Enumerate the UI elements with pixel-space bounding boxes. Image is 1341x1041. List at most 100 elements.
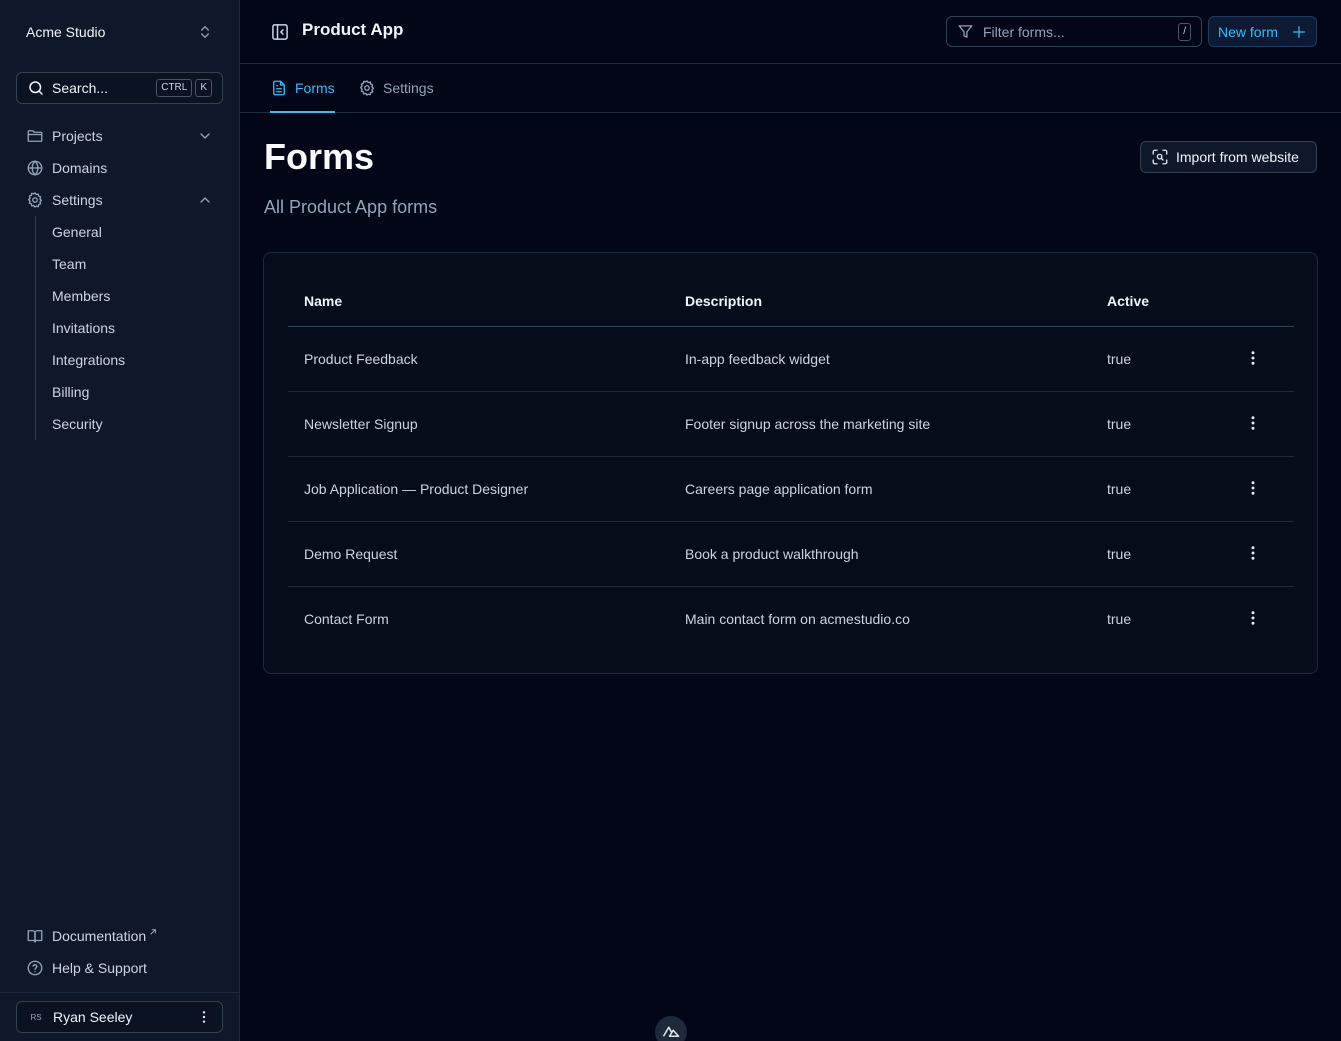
cell-name: Job Application — Product Designer [288,456,669,522]
sidebar-item-settings[interactable]: Settings [16,184,223,216]
cell-active: true [1091,456,1211,522]
cell-actions [1211,391,1294,457]
sidebar-item-label: Billing [52,384,90,400]
page-title: Forms [264,136,375,177]
tab-label: Settings [383,80,434,96]
sidebar-footer: Documentation Help & Support [16,920,223,984]
table-header-row: Name Description Active [288,277,1294,327]
sidebar-item-invitations[interactable]: Invitations [36,312,223,344]
user-name: Ryan Seeley [53,1009,133,1025]
table-row[interactable]: Job Application — Product Designer Caree… [288,456,1294,522]
sidebar-item-general[interactable]: General [36,216,223,248]
search-button[interactable]: Search... CTRL K [16,72,223,104]
main-panel: Product App / New form Forms Settings Fo… [240,0,1341,1041]
cell-description: In-app feedback widget [669,326,1091,392]
scan-search-icon [1152,149,1168,165]
filter-forms-field[interactable]: / [946,16,1202,47]
page-subtitle: All Product App forms [264,197,438,217]
sidebar-item-projects[interactable]: Projects [16,120,223,152]
sidebar-item-integrations[interactable]: Integrations [36,344,223,376]
column-header-name[interactable]: Name [288,277,669,327]
sidebar-item-label: Projects [52,128,103,144]
tab-forms[interactable]: Forms [270,64,335,113]
top-bar: Product App / New form [240,0,1341,64]
cell-active: true [1107,610,1132,627]
row-menu-button[interactable] [1242,347,1264,369]
cell-description: Book a product walkthrough [669,521,1091,587]
user-divider [0,992,239,993]
file-text-icon [273,80,285,96]
sidebar-collapse-icon[interactable] [270,22,290,42]
plus-icon [1293,25,1305,38]
help-circle-icon [27,960,43,976]
table-row[interactable]: Product Feedback In-app feedback widget … [288,326,1294,392]
shortcut-ctrl-key: CTRL [156,79,193,97]
sidebar-item-label: Help & Support [52,960,147,976]
more-vertical-icon [1251,611,1255,625]
shortcut-k-key: K [195,79,212,97]
import-from-website-button[interactable]: Import from website [1140,141,1317,173]
forms-table: Name Description Active Product Feedback… [288,277,1294,651]
more-vertical-icon [1251,416,1255,430]
sidebar-item-label: Integrations [52,352,126,368]
cell-description: Careers page application form [669,456,1091,522]
sidebar-item-help-support[interactable]: Help & Support [16,952,223,984]
sidebar-item-security[interactable]: Security [36,408,223,440]
table-row[interactable]: Demo Request Book a product walkthrough … [288,521,1294,587]
sidebar-item-members[interactable]: Members [36,280,223,312]
new-form-button[interactable]: New form [1208,16,1317,47]
search-icon [29,81,43,95]
chevrons-up-down-icon [201,26,209,38]
workspace-switcher[interactable]: Acme Studio [16,16,223,48]
more-vertical-icon [1251,351,1255,365]
cell-actions [1211,521,1294,587]
sidebar-item-label: General [52,224,102,240]
row-menu-button[interactable] [1242,607,1264,629]
search-label: Search... [52,80,109,96]
user-menu-button[interactable]: RS Ryan Seeley [16,1001,223,1033]
chevron-up-icon[interactable] [197,192,213,208]
column-header-description[interactable]: Description [669,277,1091,327]
gear-icon [27,192,43,208]
folder-icon [27,130,43,142]
cell-name: Demo Request [288,521,669,587]
new-form-label: New form [1218,23,1278,40]
filter-shortcut-key: / [1178,22,1191,41]
filter-forms-input[interactable] [983,23,1179,40]
cell-description: Main contact form on acmestudio.co [685,610,910,627]
sidebar-item-label: Security [52,416,103,432]
more-vertical-icon [1251,481,1255,495]
row-menu-button[interactable] [1242,477,1264,499]
sidebar-item-label: Invitations [52,320,116,336]
tab-settings[interactable]: Settings [358,64,434,112]
sidebar-item-label: Domains [52,160,108,176]
cell-name: Newsletter Signup [288,391,669,457]
forms-table-card: Name Description Active Product Feedback… [263,252,1318,674]
cell-name: Product Feedback [288,326,669,392]
mountain-logo-icon [662,1026,680,1037]
table-row[interactable]: Newsletter Signup Footer signup across t… [288,391,1294,457]
cell-actions [1211,586,1294,651]
import-label: Import from website [1176,149,1299,165]
sidebar-item-documentation[interactable]: Documentation [16,920,223,952]
sidebar-item-label: Members [52,288,111,304]
sidebar-item-label: Settings [52,192,103,208]
sidebar-nav: Projects Domains Settings General Team M… [16,120,223,440]
sidebar-item-label: Team [52,256,87,272]
row-menu-button[interactable] [1242,542,1264,564]
table-row[interactable]: Contact Form Main contact form on acmest… [288,586,1294,651]
row-menu-button[interactable] [1242,412,1264,434]
sidebar-item-billing[interactable]: Billing [36,376,223,408]
chevron-down-icon[interactable] [197,128,213,144]
settings-subnav: General Team Members Invitations Integra… [35,216,223,440]
sidebar-item-domains[interactable]: Domains [16,152,223,184]
sidebar-item-label: Documentation [52,928,147,944]
filter-icon [958,25,973,38]
more-vertical-icon [202,1011,206,1023]
devtools-toggle-button[interactable] [655,1016,687,1041]
more-vertical-icon [1251,546,1255,560]
sidebar-item-team[interactable]: Team [36,248,223,280]
column-header-active[interactable]: Active [1091,277,1211,327]
cell-name: Contact Form [304,610,389,627]
workspace-name: Acme Studio [26,24,106,40]
